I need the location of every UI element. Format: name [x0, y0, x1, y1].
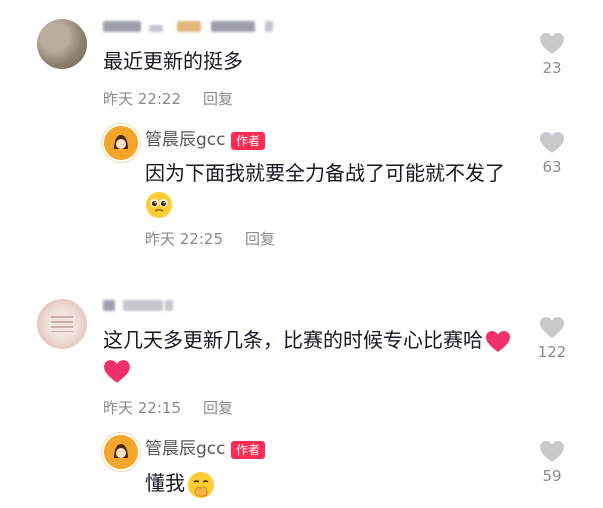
author-badge: 作者	[231, 132, 266, 150]
like-button[interactable]: 122	[532, 316, 572, 362]
heart-outline-icon	[540, 441, 564, 462]
comment-time: 昨天 22:15	[103, 399, 181, 417]
heart-icon	[486, 330, 510, 352]
like-button[interactable]: 59	[532, 440, 572, 486]
author-badge: 作者	[231, 441, 266, 459]
heart-outline-icon	[540, 317, 564, 338]
commenter-avatar[interactable]	[37, 19, 87, 69]
author-avatar-illustration	[104, 435, 138, 469]
reply-meta: 昨天 22:25 回复	[145, 229, 275, 249]
comment-text-content: 这几天多更新几条，比赛的时候专心比赛哈	[103, 328, 483, 352]
like-count: 122	[537, 343, 567, 361]
pleading-face-icon	[145, 191, 173, 219]
reply-button[interactable]: 回复	[245, 230, 275, 248]
commenter-avatar[interactable]	[37, 299, 87, 349]
reply-author-name[interactable]: 管晨辰gcc	[145, 438, 225, 460]
reply-text-content: 懂我	[145, 471, 185, 495]
comment-meta: 昨天 22:22 回复	[103, 89, 233, 109]
reply-text: 懂我	[145, 470, 215, 499]
reply-time: 昨天 22:25	[145, 230, 223, 248]
comment-meta: 昨天 22:15 回复	[103, 398, 233, 418]
author-avatar[interactable]	[102, 433, 140, 471]
heart-icon	[103, 359, 131, 385]
like-button[interactable]: 23	[532, 32, 572, 78]
author-avatar-illustration	[104, 126, 138, 160]
heart-outline-icon	[540, 132, 564, 153]
comment-time: 昨天 22:22	[103, 90, 181, 108]
commenter-name-blurred[interactable]	[103, 298, 183, 314]
commenter-name-blurred[interactable]	[103, 19, 283, 35]
reply-button[interactable]: 回复	[203, 399, 233, 417]
heart-outline-icon	[540, 33, 564, 54]
comment-text: 最近更新的挺多	[103, 49, 243, 73]
like-count: 63	[542, 158, 562, 176]
like-button[interactable]: 63	[532, 131, 572, 177]
like-count: 23	[542, 59, 562, 77]
author-avatar[interactable]	[102, 124, 140, 162]
hand-over-mouth-icon	[188, 471, 214, 498]
comment-text: 这几天多更新几条，比赛的时候专心比赛哈	[103, 327, 511, 354]
reply-button[interactable]: 回复	[203, 90, 233, 108]
reply-author-name[interactable]: 管晨辰gcc	[145, 129, 225, 151]
like-count: 59	[542, 467, 562, 485]
reply-text: 因为下面我就要全力备战了可能就不发了	[145, 161, 505, 185]
